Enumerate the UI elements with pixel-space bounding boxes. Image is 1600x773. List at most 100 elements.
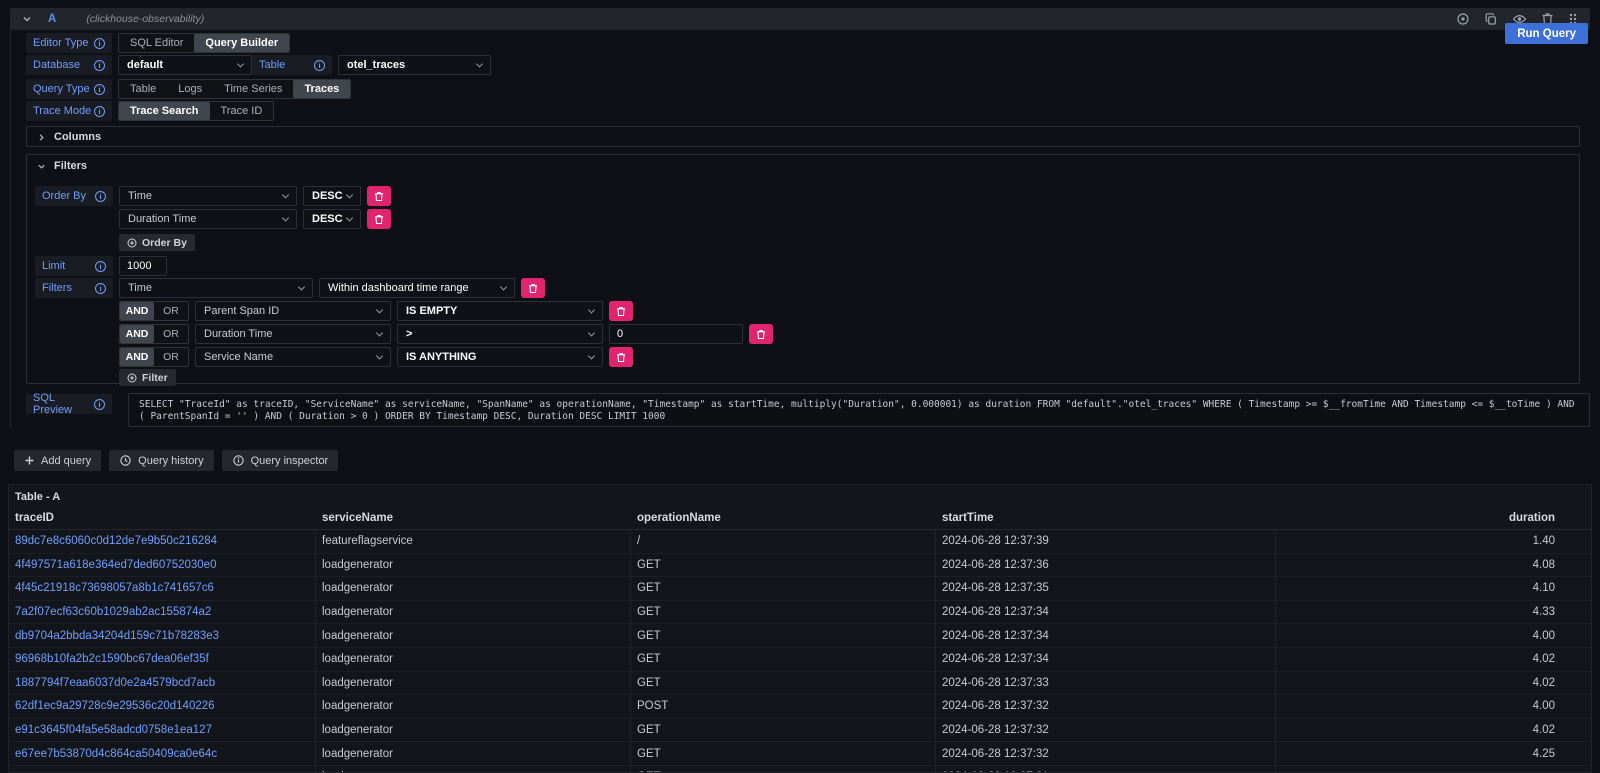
filter-field-select[interactable]: Parent Span ID — [195, 301, 391, 321]
chevron-down-icon — [476, 60, 483, 67]
order-by-direction-select[interactable]: DESC — [303, 186, 361, 206]
remove-filter-button[interactable] — [749, 324, 773, 344]
tab-trace-search[interactable]: Trace Search — [119, 102, 210, 120]
service-name-cell: loadgenerator — [316, 648, 631, 671]
service-name-cell: loadgenerator — [316, 577, 631, 600]
query-header-bar[interactable]: A (clickhouse-observability) — [10, 8, 1590, 30]
tab-table[interactable]: Table — [119, 80, 167, 98]
tab-logs[interactable]: Logs — [167, 80, 213, 98]
table-row: 1887794f7eaa6037d0e2a4579bcd7acb loadgen… — [9, 672, 1591, 696]
or-toggle[interactable]: OR — [154, 325, 188, 343]
info-icon[interactable]: i — [94, 60, 105, 71]
service-name-cell: loadgenerator — [316, 766, 631, 773]
chevron-down-icon[interactable] — [22, 14, 32, 24]
trace-id-cell: 4f497571a618e364ed7ded60752030e0 — [9, 554, 316, 577]
tab-time-series[interactable]: Time Series — [213, 80, 293, 98]
add-order-by-button[interactable]: Order By — [119, 234, 195, 251]
trace-id-link[interactable]: 1887794f7eaa6037d0e2a4579bcd7acb — [15, 677, 215, 689]
column-header-starttime[interactable]: startTime — [936, 507, 1276, 529]
filter-field-select[interactable]: Duration Time — [195, 324, 391, 344]
trace-id-link[interactable]: e91c3645f04fa5e58adcd0758e1ea127 — [15, 724, 212, 736]
add-query-button[interactable]: Add query — [14, 450, 101, 471]
query-inspector-button[interactable]: Query inspector — [222, 450, 339, 471]
info-icon[interactable]: i — [314, 60, 325, 71]
chevron-down-icon — [346, 214, 353, 221]
add-filter-button[interactable]: Filter — [119, 369, 176, 386]
remove-filter-button[interactable] — [609, 301, 633, 321]
filter-field-select[interactable]: Time — [119, 278, 313, 298]
duration-cell: 1.40 — [1276, 530, 1591, 553]
filter-operator-select[interactable]: > — [397, 324, 603, 344]
info-icon[interactable]: i — [94, 38, 105, 49]
tab-sql-editor[interactable]: SQL Editor — [119, 34, 194, 52]
and-toggle[interactable]: AND — [120, 302, 154, 320]
database-select[interactable]: default — [118, 55, 252, 75]
filter-operator-select[interactable]: IS ANYTHING — [397, 347, 603, 367]
filter-operator-select[interactable]: Within dashboard time range — [319, 278, 515, 298]
history-icon — [119, 454, 132, 467]
trace-id-link[interactable]: e67ee7b53870d4c864ca50409ca0e64c — [15, 748, 217, 760]
column-header-servicename[interactable]: serviceName — [316, 507, 631, 529]
chevron-down-icon — [588, 306, 595, 313]
filters-section-header[interactable]: Filters — [27, 155, 1579, 172]
filters-section: Filters Order By i Time DESC Duration Ti… — [26, 154, 1580, 384]
limit-input[interactable] — [119, 256, 167, 276]
order-by-direction-select[interactable]: DESC — [303, 209, 361, 229]
order-by-field-select[interactable]: Duration Time — [119, 209, 297, 229]
trace-id-link[interactable]: 4f45c21918c73698057a8b1c741657c6 — [15, 582, 214, 594]
query-ref-id: A — [48, 13, 56, 25]
query-footer: Add query Query history Query inspector — [14, 450, 338, 471]
or-toggle[interactable]: OR — [154, 348, 188, 366]
trace-id-link[interactable]: 4f497571a618e364ed7ded60752030e0 — [15, 559, 216, 571]
tab-traces[interactable]: Traces — [293, 80, 350, 98]
column-header-traceid[interactable]: traceID — [9, 507, 316, 529]
info-icon[interactable]: i — [95, 261, 106, 272]
panel-title[interactable]: Table - A — [9, 485, 1591, 507]
sql-preview-code[interactable]: SELECT "TraceId" as traceID, "ServiceNam… — [128, 393, 1590, 427]
trace-id-cell: 89dc7e8c6060c0d12de7e9b50c216284 — [9, 530, 316, 553]
trace-id-link[interactable]: db9704a2bbda34204d159c71b78283e3 — [15, 630, 219, 642]
info-icon[interactable]: i — [95, 191, 106, 202]
table-select[interactable]: otel_traces — [338, 55, 491, 75]
order-by-field-select[interactable]: Time — [119, 186, 297, 206]
filter-operator-select[interactable]: IS EMPTY — [397, 301, 603, 321]
info-icon[interactable]: i — [94, 84, 105, 95]
trace-id-link[interactable]: 89dc7e8c6060c0d12de7e9b50c216284 — [15, 535, 217, 547]
start-time-cell: 2024-06-28 12:37:36 — [936, 554, 1276, 577]
and-toggle[interactable]: AND — [120, 325, 154, 343]
tab-query-builder[interactable]: Query Builder — [194, 34, 289, 52]
trace-id-link[interactable]: 7a2f07ecf63c60b1029ab2ac155874a2 — [15, 606, 211, 618]
record-icon[interactable] — [1456, 12, 1470, 26]
trace-id-cell — [9, 766, 316, 773]
remove-order-by-button[interactable] — [367, 186, 391, 206]
duplicate-icon[interactable] — [1484, 12, 1498, 26]
query-type-row: Query Type i Table Logs Time Series Trac… — [26, 79, 351, 99]
trace-id-link[interactable]: 62df1ec9a29728c9e29536c20d140226 — [15, 700, 215, 712]
query-history-button[interactable]: Query history — [109, 450, 213, 471]
operation-name-cell: POST — [631, 695, 936, 718]
filter-value-input[interactable] — [609, 324, 743, 344]
column-header-duration[interactable]: duration — [1276, 507, 1591, 529]
trace-id-link[interactable]: 96968b10fa2b2c1590bc67dea06ef35f — [15, 653, 209, 665]
info-icon[interactable]: i — [94, 399, 105, 410]
run-query-button[interactable]: Run Query — [1505, 23, 1588, 44]
remove-filter-button[interactable] — [609, 347, 633, 367]
editor-type-label: Editor Type i — [26, 33, 112, 53]
and-toggle[interactable]: AND — [120, 348, 154, 366]
tab-trace-id[interactable]: Trace ID — [210, 102, 274, 120]
info-icon[interactable]: i — [95, 283, 106, 294]
column-header-operationname[interactable]: operationName — [631, 507, 936, 529]
or-toggle[interactable]: OR — [154, 302, 188, 320]
trace-id-cell: 4f45c21918c73698057a8b1c741657c6 — [9, 577, 316, 600]
columns-section[interactable]: Columns — [26, 126, 1580, 147]
chevron-down-icon — [346, 191, 353, 198]
remove-order-by-button[interactable] — [367, 209, 391, 229]
chevron-down-icon — [376, 329, 383, 336]
filters-label: Filters i — [35, 278, 113, 298]
remove-filter-button[interactable] — [521, 278, 545, 298]
duration-cell: 4.02 — [1276, 648, 1591, 671]
service-name-cell: loadgenerator — [316, 719, 631, 742]
filter-field-select[interactable]: Service Name — [195, 347, 391, 367]
chevron-down-icon — [588, 352, 595, 359]
info-icon[interactable]: i — [94, 106, 105, 117]
